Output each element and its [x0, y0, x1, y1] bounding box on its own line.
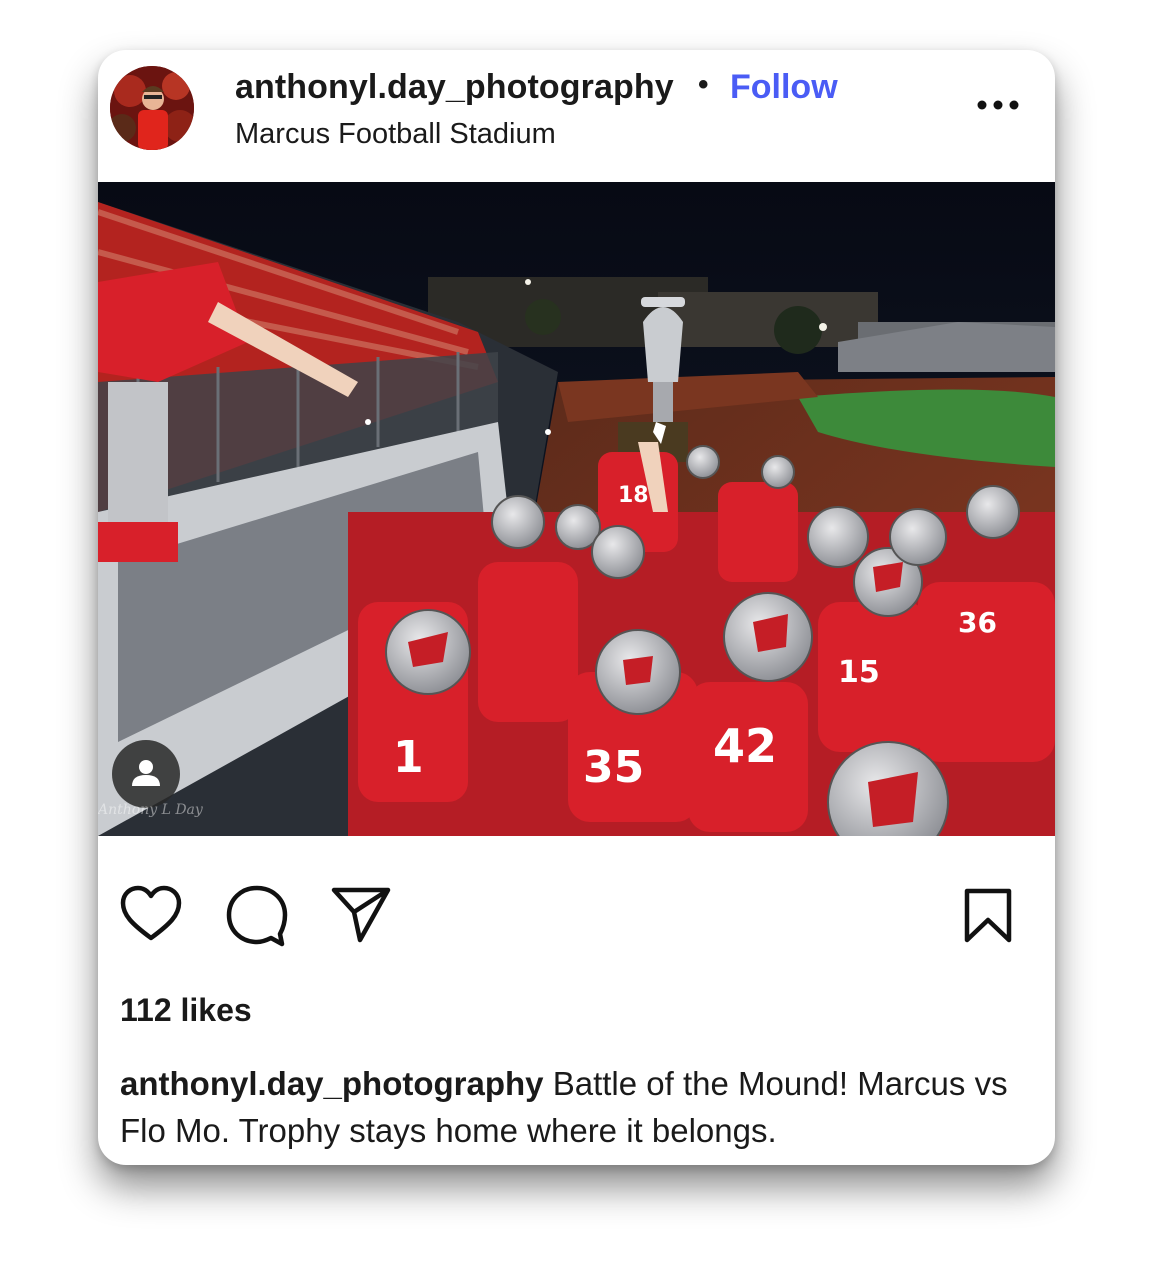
comment-bubble-icon[interactable]: [224, 882, 290, 948]
post-caption: anthonyl.day_photography Battle of the M…: [120, 1060, 1040, 1154]
caption-username[interactable]: anthonyl.day_photography: [120, 1065, 544, 1102]
post-photo[interactable]: 1 35 42 15 36 18 Anthony L Day: [98, 182, 1055, 836]
avatar[interactable]: [110, 66, 194, 150]
user-tag-icon[interactable]: [112, 740, 180, 808]
football-team-photo: 1 35 42 15 36 18: [98, 182, 1055, 836]
svg-text:1: 1: [393, 732, 424, 783]
bookmark-icon[interactable]: [962, 886, 1014, 946]
svg-text:35: 35: [583, 742, 644, 793]
avatar-image: [110, 66, 194, 150]
svg-text:18: 18: [618, 483, 649, 508]
likes-count[interactable]: 112 likes: [120, 992, 252, 1029]
photo-watermark: Anthony L Day: [98, 802, 203, 818]
svg-text:36: 36: [958, 606, 997, 639]
svg-text:42: 42: [713, 719, 777, 773]
post-card: anthonyl.day_photography • Follow Marcus…: [98, 50, 1055, 1165]
separator-dot: •: [698, 68, 709, 101]
svg-text:15: 15: [838, 655, 880, 690]
post-username[interactable]: anthonyl.day_photography: [235, 68, 674, 107]
post-location[interactable]: Marcus Football Stadium: [235, 118, 556, 151]
more-options-icon[interactable]: [970, 90, 1026, 120]
follow-button[interactable]: Follow: [730, 68, 838, 107]
paper-plane-icon[interactable]: [330, 884, 392, 944]
heart-icon[interactable]: [118, 884, 184, 944]
